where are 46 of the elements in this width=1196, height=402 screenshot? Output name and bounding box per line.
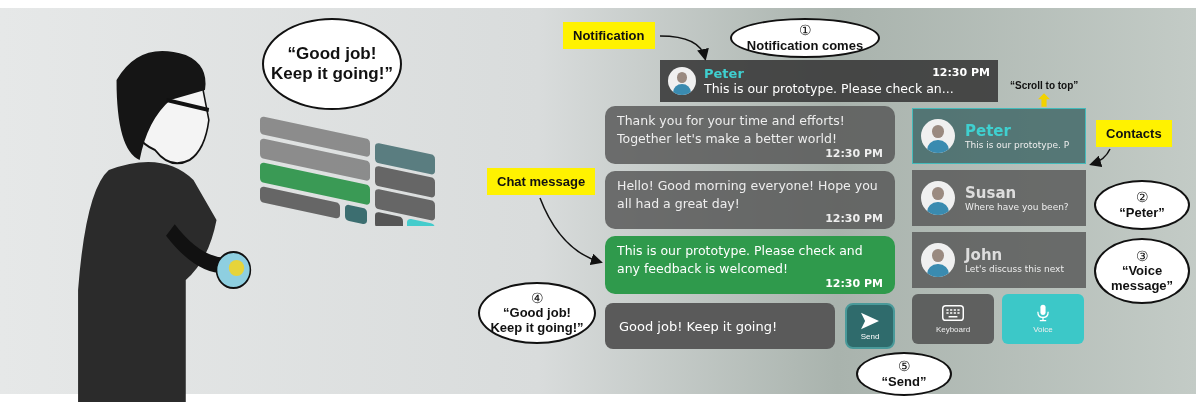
notification-time: 12:30 PM	[932, 66, 990, 81]
avatar-icon	[921, 181, 955, 215]
annotation-text: “Scroll to top”	[1010, 80, 1079, 91]
send-icon	[860, 311, 880, 330]
step-number: ②	[1135, 189, 1149, 206]
contact-item[interactable]: Susan Where have you been?	[912, 170, 1086, 226]
callout-text: “Peter”	[1119, 205, 1165, 221]
annotation-arrow	[539, 197, 603, 265]
notification-banner[interactable]: Peter 12:30 PM This is our prototype. Please check an...	[660, 60, 998, 102]
keyboard-icon	[942, 304, 964, 322]
message-text: Hello! Good morning everyone! Hope you all had a great day!	[617, 177, 879, 212]
contact-name: Susan	[965, 184, 1018, 202]
callout-text: “Send”	[881, 374, 927, 390]
message-input[interactable]: Good job! Keep it going!	[605, 303, 835, 349]
message-text: This is our prototype. Please check and any feedback is welcomed!	[617, 242, 864, 277]
annotation-arrow	[1089, 148, 1111, 167]
step-number: ⑤	[897, 358, 911, 375]
message-time: 12:30 PM	[825, 147, 883, 160]
contact-preview: This is our prototype. P	[965, 140, 1070, 150]
contact-item[interactable]: Peter This is our prototype. P	[912, 108, 1086, 164]
sender-name: Peter	[704, 66, 744, 81]
annotation-label: Contacts	[1096, 120, 1172, 147]
message-text: Thank you for your time and efforts! Together let's make a better world!	[617, 112, 846, 147]
up-arrow-icon	[1038, 93, 1051, 107]
callout-text: “Voice message”	[1110, 264, 1174, 294]
avatar-icon	[921, 119, 955, 153]
notification-text: This is our prototype. Please check an...	[704, 81, 955, 96]
keyboard-button[interactable]: Keyboard	[912, 294, 994, 344]
annotation-label: Chat message	[487, 168, 596, 195]
annotation-label: Notification	[563, 22, 655, 49]
annotation-arrow	[659, 35, 709, 61]
contact-preview: Where have you been?	[965, 202, 1069, 212]
contact-item[interactable]: John Let's discuss this next	[912, 232, 1086, 288]
message-time: 12:30 PM	[825, 277, 883, 290]
message-time: 12:30 PM	[825, 212, 883, 225]
contact-name: Peter	[965, 122, 1012, 140]
callout-text: Notification comes	[746, 38, 864, 54]
contact-name: John	[965, 246, 1004, 264]
step-number: ①	[798, 22, 812, 39]
avatar-icon	[668, 67, 696, 95]
step-number: ④	[530, 290, 544, 307]
callout-text: “Good job! Keep it going!”	[490, 306, 584, 336]
avatar-icon	[921, 243, 955, 277]
contact-preview: Let's discuss this next	[965, 264, 1064, 274]
send-button[interactable]: Send	[845, 303, 895, 349]
step-number: ③	[1135, 248, 1149, 265]
